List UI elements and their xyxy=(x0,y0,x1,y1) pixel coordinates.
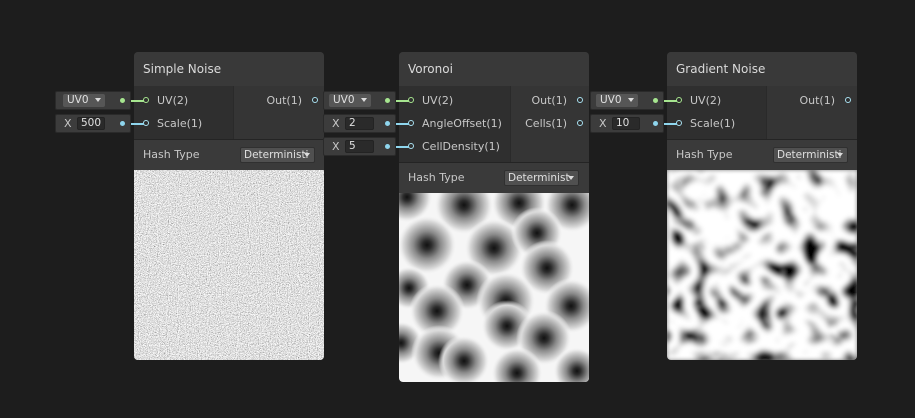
preview-image xyxy=(134,170,324,360)
uv-channel-dropdown[interactable]: UV0 xyxy=(329,94,371,107)
input-port-uv[interactable]: UV(2) xyxy=(667,91,767,111)
input-port-scale[interactable]: Scale(1) xyxy=(134,114,234,134)
scale-value-field[interactable]: 10 xyxy=(612,117,640,130)
port-connector-icon[interactable] xyxy=(577,97,583,103)
hash-type-dropdown[interactable]: Determinist xyxy=(504,170,579,186)
hash-type-dropdown[interactable]: Deterministi xyxy=(240,147,315,163)
inline-connection xyxy=(396,100,409,102)
port-connector-icon[interactable] xyxy=(845,97,851,103)
port-label: Out(1) xyxy=(799,94,835,107)
axis-label: X xyxy=(64,117,72,130)
inline-port-icon xyxy=(120,121,125,126)
port-label: Scale(1) xyxy=(690,117,736,130)
hash-type-label: Hash Type xyxy=(676,148,733,161)
scale-inline-input[interactable]: X 10 xyxy=(590,114,664,133)
port-label: Out(1) xyxy=(531,94,567,107)
preview-image xyxy=(399,193,589,382)
output-port-out[interactable]: Out(1) xyxy=(234,91,324,111)
input-port-scale[interactable]: Scale(1) xyxy=(667,114,767,134)
uv-channel-value: UV0 xyxy=(333,94,355,106)
cell-density-value-field[interactable]: 5 xyxy=(345,140,374,153)
input-port-angle-offset[interactable]: AngleOffset(1) xyxy=(399,114,509,134)
hash-type-row: Hash Type Determinist xyxy=(399,163,589,193)
scale-value-field[interactable]: 500 xyxy=(77,117,105,130)
input-port-uv[interactable]: UV(2) xyxy=(399,91,509,111)
port-label: Out(1) xyxy=(266,94,302,107)
hash-type-value: Determinist xyxy=(508,172,570,184)
inline-port-icon xyxy=(385,98,390,103)
inline-connection xyxy=(396,146,409,148)
axis-label: X xyxy=(332,117,340,130)
chevron-down-icon xyxy=(837,153,843,157)
input-port-cell-density[interactable]: CellDensity(1) xyxy=(399,137,509,157)
uv-inline-input[interactable]: UV0 xyxy=(590,91,664,110)
hash-type-label: Hash Type xyxy=(143,148,200,161)
port-label: Scale(1) xyxy=(157,117,203,130)
hash-type-dropdown[interactable]: Deterministi xyxy=(773,147,848,163)
input-port-uv[interactable]: UV(2) xyxy=(134,91,234,111)
chevron-down-icon xyxy=(568,176,574,180)
inline-port-icon xyxy=(385,121,390,126)
chevron-down-icon xyxy=(304,153,310,157)
inline-connection xyxy=(131,123,144,125)
node-title[interactable]: Simple Noise xyxy=(134,52,324,86)
port-label: UV(2) xyxy=(422,94,454,107)
uv-channel-value: UV0 xyxy=(67,94,89,106)
uv-channel-dropdown[interactable]: UV0 xyxy=(596,94,638,107)
inline-connection xyxy=(131,100,144,102)
hash-type-value: Deterministi xyxy=(777,149,842,161)
hash-type-value: Deterministi xyxy=(244,149,309,161)
port-label: AngleOffset(1) xyxy=(422,117,502,130)
output-port-out[interactable]: Out(1) xyxy=(511,91,589,111)
output-port-out[interactable]: Out(1) xyxy=(767,91,857,111)
angle-offset-value-field[interactable]: 2 xyxy=(345,117,374,130)
axis-label: X xyxy=(599,117,607,130)
port-connector-icon[interactable] xyxy=(312,97,318,103)
inline-port-icon xyxy=(385,144,390,149)
hash-type-row: Hash Type Deterministi xyxy=(134,140,324,170)
node-title[interactable]: Gradient Noise xyxy=(667,52,857,86)
output-port-cells[interactable]: Cells(1) xyxy=(511,114,589,134)
chevron-down-icon xyxy=(95,98,101,102)
chevron-down-icon xyxy=(361,98,367,102)
inline-port-icon xyxy=(653,121,658,126)
uv-inline-input[interactable]: UV0 xyxy=(323,91,396,110)
port-label: Cells(1) xyxy=(525,117,567,130)
inline-connection xyxy=(396,123,409,125)
port-label: UV(2) xyxy=(157,94,189,107)
uv-channel-dropdown[interactable]: UV0 xyxy=(63,94,105,107)
chevron-down-icon xyxy=(628,98,634,102)
axis-label: X xyxy=(332,140,340,153)
inline-connection xyxy=(664,123,677,125)
inline-connection xyxy=(664,100,677,102)
scale-inline-input[interactable]: X 500 xyxy=(55,114,131,133)
port-connector-icon[interactable] xyxy=(577,120,583,126)
cell-density-inline-input[interactable]: X 5 xyxy=(323,137,396,156)
uv-channel-value: UV0 xyxy=(600,94,622,106)
uv-inline-input[interactable]: UV0 xyxy=(55,91,131,110)
angle-offset-inline-input[interactable]: X 2 xyxy=(323,114,396,133)
simple-noise-node[interactable]: Simple Noise UV(2) Scale(1) Out(1) Hash … xyxy=(134,52,324,360)
preview-image xyxy=(667,170,857,360)
port-label: UV(2) xyxy=(690,94,722,107)
node-title[interactable]: Voronoi xyxy=(399,52,589,86)
inline-port-icon xyxy=(653,98,658,103)
hash-type-row: Hash Type Deterministi xyxy=(667,140,857,170)
gradient-noise-node[interactable]: Gradient Noise UV(2) Scale(1) Out(1) Has… xyxy=(667,52,857,360)
voronoi-node[interactable]: Voronoi UV(2) AngleOffset(1) CellDensity… xyxy=(399,52,589,382)
inline-port-icon xyxy=(120,98,125,103)
port-label: CellDensity(1) xyxy=(422,140,500,153)
hash-type-label: Hash Type xyxy=(408,171,465,184)
